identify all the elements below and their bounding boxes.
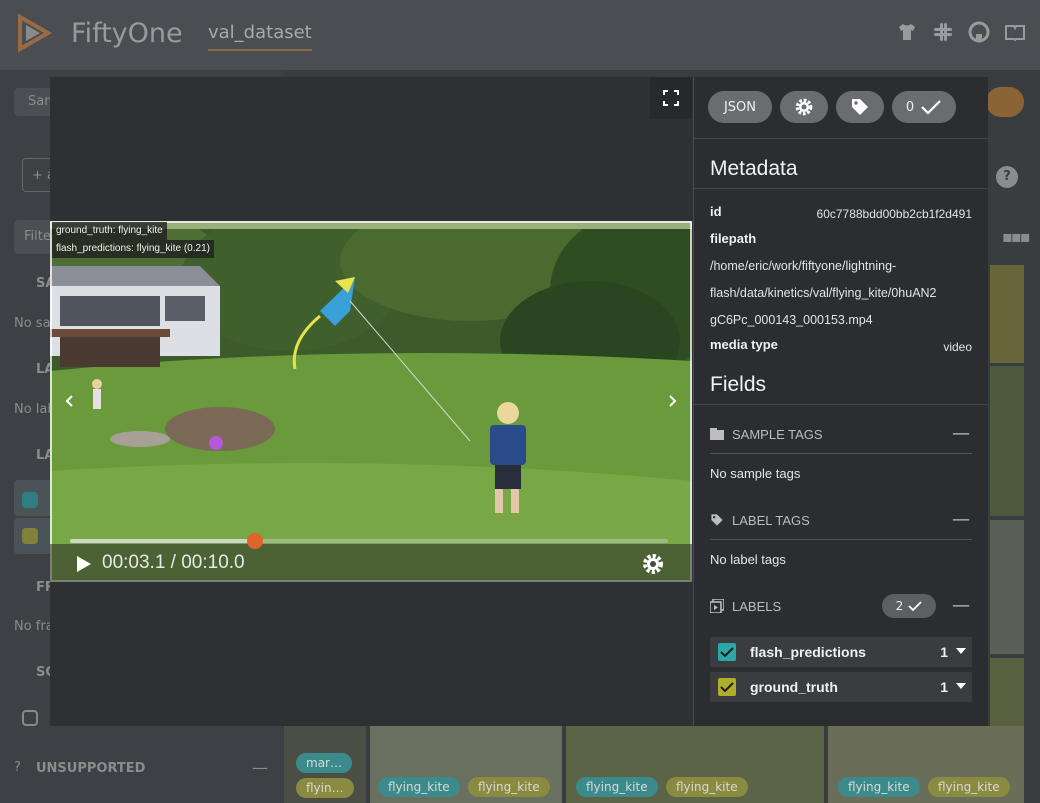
tag-chip: flying_kite: [666, 777, 748, 797]
fullscreen-button[interactable]: [650, 77, 692, 119]
label-field-count: 1: [940, 644, 948, 660]
json-button[interactable]: JSON: [708, 91, 772, 123]
filepath-line: /home/eric/work/fiftyone/lightning-: [710, 259, 897, 273]
app-header: FiftyOne val_dataset: [0, 0, 1040, 70]
check-icon: [720, 681, 734, 692]
slack-icon[interactable]: [932, 21, 954, 43]
tag-chip: flying_kite: [928, 777, 1010, 797]
video-library-icon: [710, 599, 724, 613]
tshirt-icon[interactable]: [896, 21, 918, 43]
labels-title: LABELS: [732, 598, 782, 614]
fullscreen-icon: [663, 90, 679, 106]
fiftyone-logo-icon: [18, 13, 53, 53]
tag-chip: flying_kite: [378, 777, 460, 797]
settings-button[interactable]: [780, 91, 828, 123]
tag-chip: flying_kite: [576, 777, 658, 797]
video-settings-button[interactable]: [641, 552, 665, 580]
chevron-left-icon: [65, 395, 73, 407]
book-icon[interactable]: [1004, 21, 1026, 43]
collapse-label-tags-icon[interactable]: —: [952, 509, 970, 530]
gear-icon: [643, 554, 663, 574]
tag-chip: mar…: [296, 753, 352, 773]
tag-icon: [852, 99, 868, 115]
image-tag-icon: [710, 428, 724, 440]
selected-count-button[interactable]: 0: [892, 91, 956, 123]
chevron-right-icon: [669, 395, 677, 407]
unsupported-heading: UNSUPPORTED: [36, 761, 146, 776]
gear-icon: [795, 98, 813, 116]
check-icon: [720, 646, 734, 657]
options-button[interactable]: [986, 87, 1024, 117]
label-tags-title: LABEL TAGS: [732, 512, 810, 528]
caret-down-icon[interactable]: [956, 648, 966, 654]
video-timestamp: 00:03.1 / 00:10.0: [102, 552, 245, 573]
sample-tags-header[interactable]: SAMPLE TAGS —: [710, 423, 972, 445]
media-viewer: ground_truth: flying_kite flash_predicti…: [50, 77, 692, 726]
filepath-line: gC6Pc_000143_000153.mp4: [710, 313, 873, 327]
metadata-media-type-value: video: [943, 340, 972, 354]
tag-chip: flying_kite: [468, 777, 550, 797]
video-player[interactable]: ground_truth: flying_kite flash_predicti…: [50, 221, 692, 582]
sample-modal: ground_truth: flying_kite flash_predicti…: [50, 77, 989, 726]
no-frame-labels-text: No fra: [14, 619, 54, 634]
collapse-sample-tags-icon[interactable]: —: [952, 423, 970, 444]
video-seek-bar[interactable]: [70, 533, 668, 549]
play-icon: [77, 556, 91, 572]
github-icon[interactable]: [968, 21, 990, 43]
previous-sample-button[interactable]: [50, 381, 90, 421]
label-field-name: flash_predictions: [750, 644, 866, 660]
sample-sidebar-panel: JSON 0 Metadata id 60c7788bdd00bb2cb1f2d…: [693, 77, 989, 726]
check-icon: [908, 601, 922, 611]
next-sample-button[interactable]: [652, 381, 692, 421]
metadata-id-value: 60c7788bdd00bb2cb1f2d491: [816, 207, 972, 221]
no-label-tags-text: No label tags: [710, 552, 786, 567]
brand-name[interactable]: FiftyOne: [71, 18, 183, 49]
labels-selected-count[interactable]: 2: [882, 594, 936, 618]
metadata-filepath-key: filepath: [710, 231, 757, 246]
collapse-labels-icon[interactable]: —: [952, 595, 970, 616]
play-button[interactable]: [76, 555, 92, 577]
label-checkbox[interactable]: [22, 492, 38, 508]
check-icon: [921, 100, 941, 115]
help-circle-icon: ?: [14, 760, 21, 775]
caret-down-icon[interactable]: [956, 683, 966, 689]
tag-icon: [711, 514, 723, 526]
ground-truth-checkbox[interactable]: [718, 678, 736, 696]
grid-view-icon[interactable]: ▪▪▪: [1002, 227, 1030, 246]
help-icon[interactable]: ?: [996, 166, 1018, 188]
sample-tile[interactable]: [990, 520, 1024, 654]
tag-button[interactable]: [836, 91, 884, 123]
label-field-row[interactable]: ground_truth 1: [710, 672, 972, 702]
selected-count: 0: [905, 99, 915, 115]
label-field-row[interactable]: flash_predictions 1: [710, 637, 972, 667]
metadata-title: Metadata: [710, 157, 798, 180]
label-field-count: 1: [940, 679, 948, 695]
metadata-id-key: id: [710, 204, 722, 219]
labels-header[interactable]: LABELS 2 —: [710, 594, 972, 618]
filter-input[interactable]: Filte: [24, 229, 51, 244]
label-tags-header[interactable]: LABEL TAGS —: [710, 509, 972, 531]
sample-tile[interactable]: [990, 265, 1024, 363]
sample-tags-title: SAMPLE TAGS: [732, 426, 823, 442]
prediction-overlay-label: flash_predictions: flying_kite (0.21): [52, 240, 214, 258]
no-sample-tags-text: No sample tags: [710, 466, 801, 481]
tag-chip: flying_kite: [838, 777, 920, 797]
label-field-name: ground_truth: [750, 679, 838, 695]
collapse-minus-icon[interactable]: —: [252, 758, 268, 777]
tag-chip: flyin…: [296, 778, 354, 798]
flash-predictions-checkbox[interactable]: [718, 643, 736, 661]
fields-title: Fields: [710, 373, 767, 396]
video-frame: [50, 221, 692, 582]
ground-truth-overlay-label: ground_truth: flying_kite: [52, 222, 167, 240]
sample-tile[interactable]: [990, 366, 1024, 516]
label-checkbox[interactable]: [22, 528, 38, 544]
filepath-line: flash/data/kinetics/val/flying_kite/0huA…: [710, 286, 937, 300]
video-progress-fill: [70, 539, 256, 543]
panel-action-row: JSON 0: [694, 77, 989, 139]
dataset-selector[interactable]: val_dataset: [208, 22, 312, 51]
scalar-checkbox[interactable]: [22, 710, 38, 726]
metadata-media-type-key: media type: [710, 337, 778, 352]
